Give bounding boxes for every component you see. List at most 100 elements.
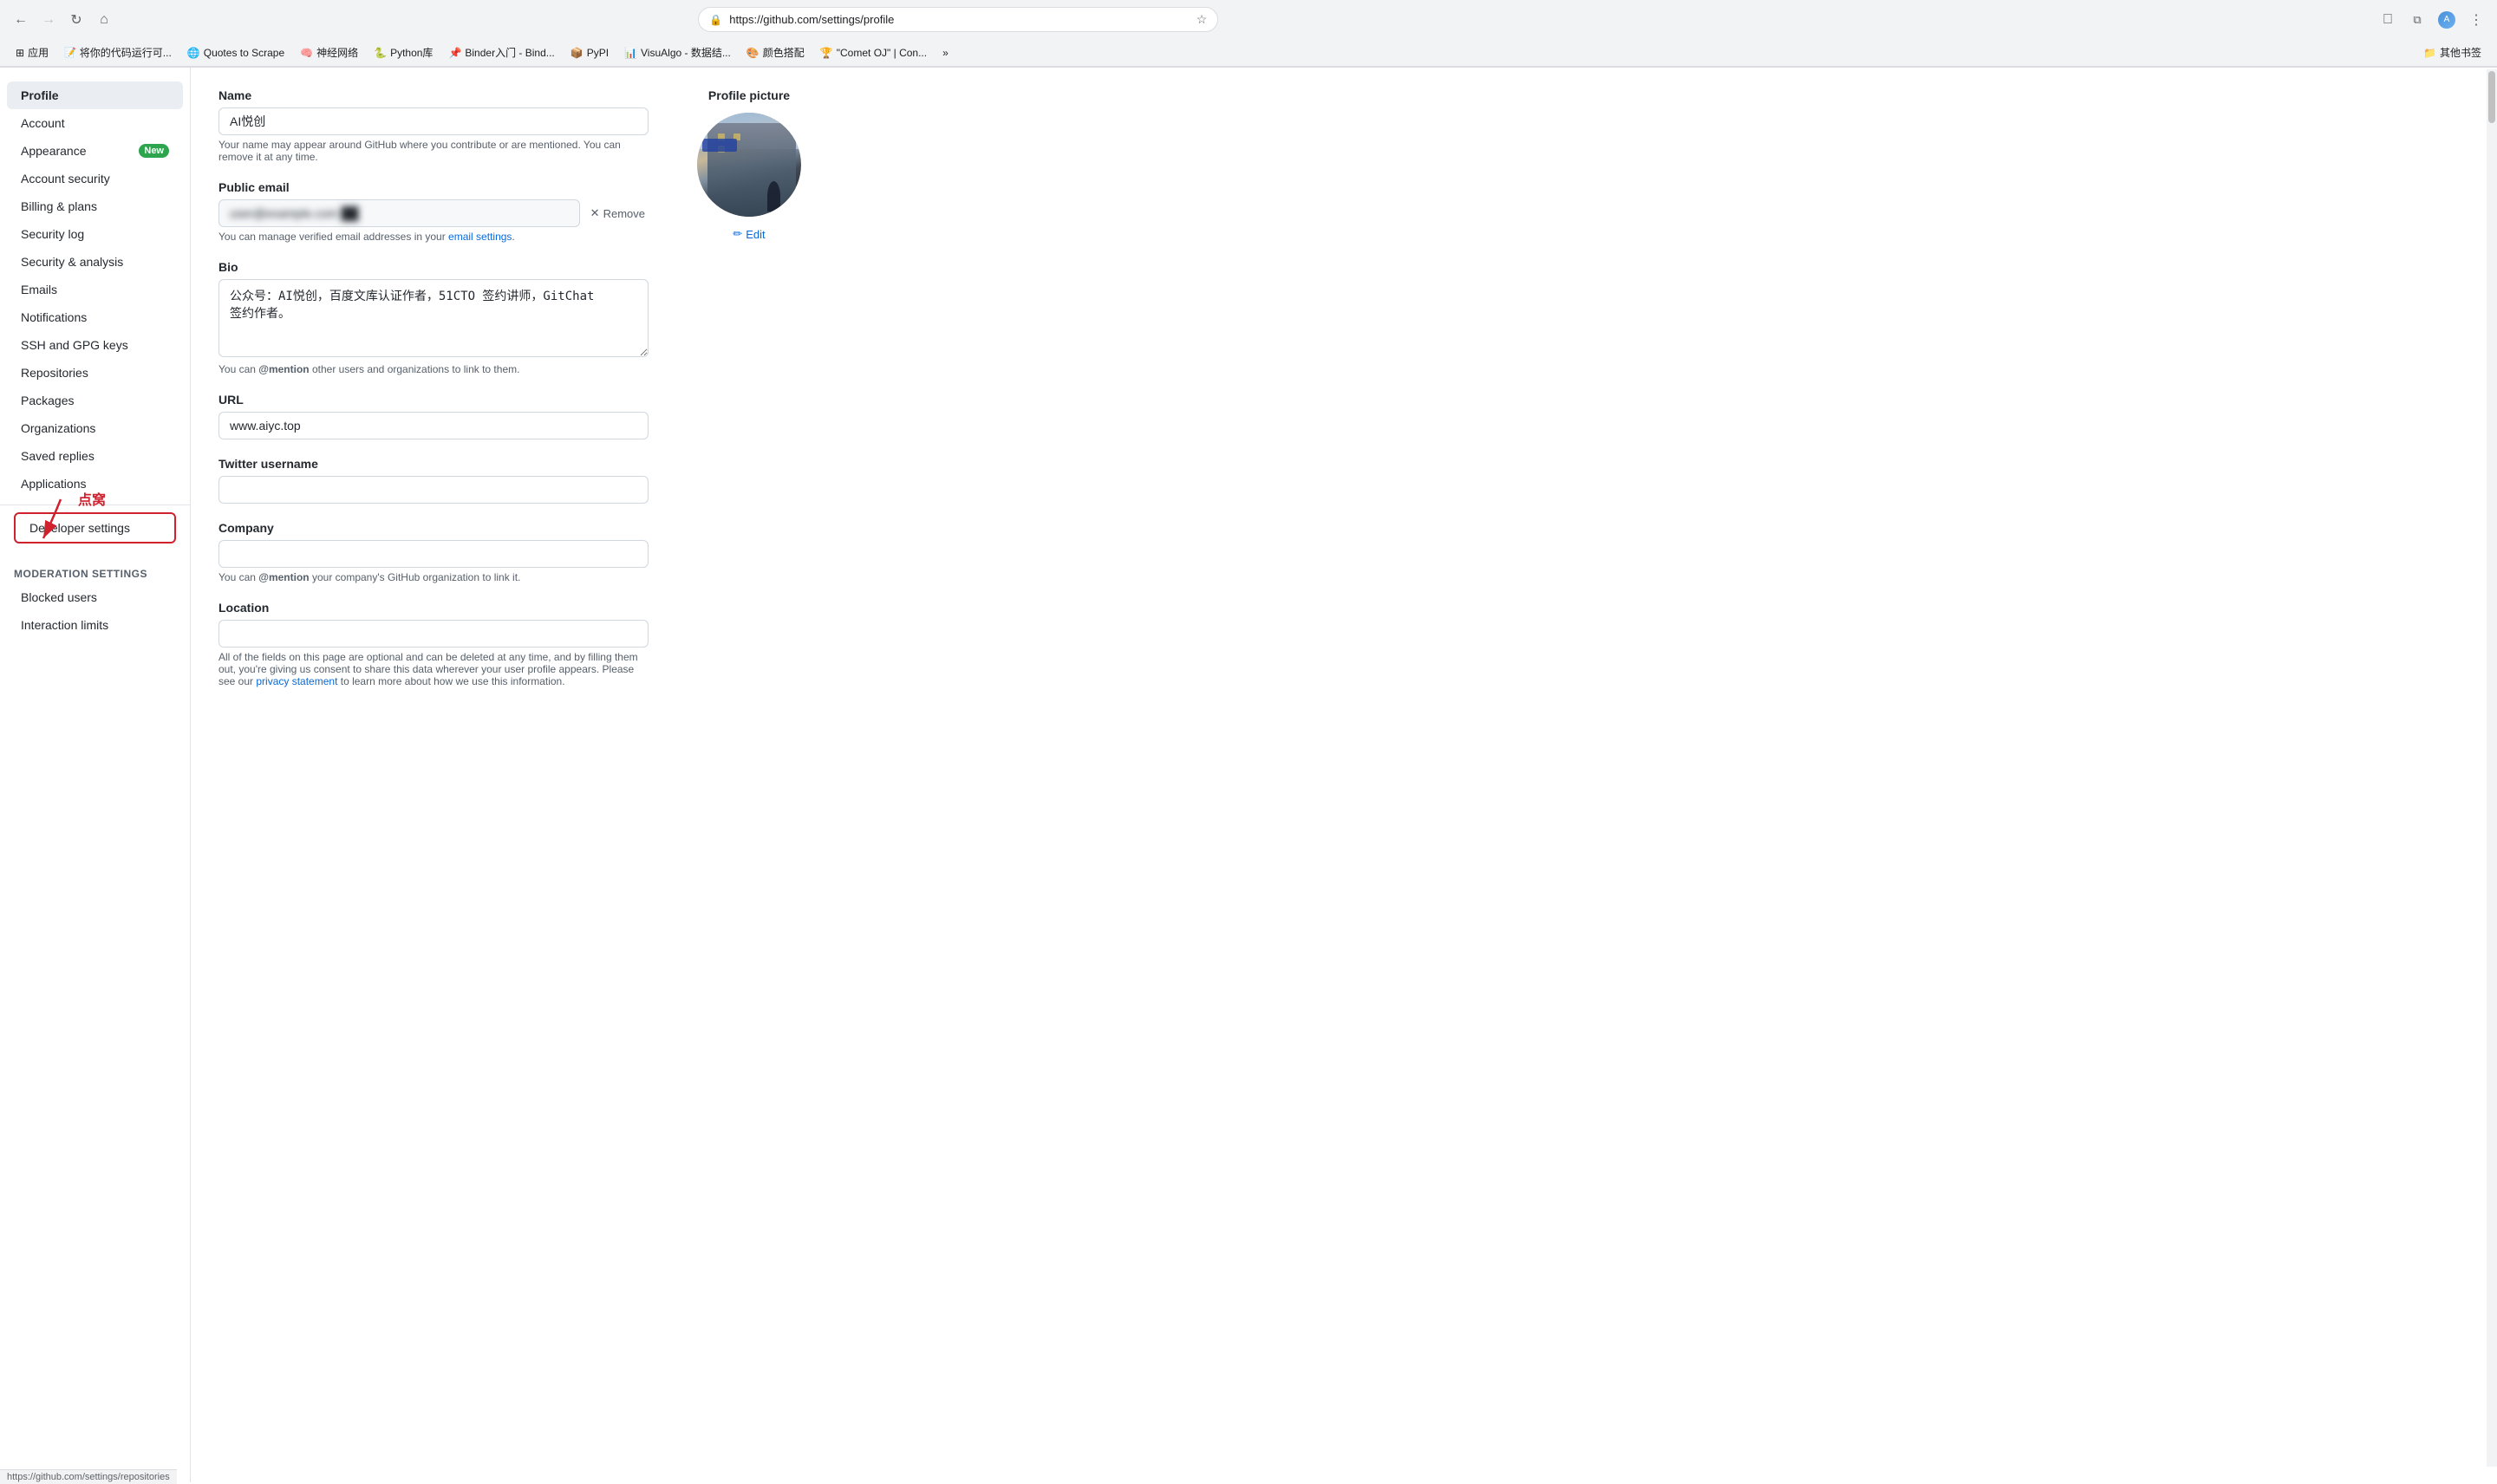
avatar-image: [697, 113, 801, 217]
scrollbar[interactable]: [2487, 69, 2497, 1467]
edit-avatar-button[interactable]: ✏ Edit: [733, 227, 765, 241]
bookmark-comet[interactable]: 🏆 "Comet OJ" | Con...: [813, 44, 934, 62]
bookmark-neural[interactable]: 🧠 神经网络: [293, 42, 365, 62]
bookmark-binder[interactable]: 📌 Binder入门 - Bind...: [441, 42, 561, 62]
neural-icon: 🧠: [300, 47, 313, 59]
browser-chrome: ← → ↻ ⌂ 🔒 https://github.com/settings/pr…: [0, 0, 2497, 68]
translate-icon[interactable]: : [2376, 8, 2400, 32]
content-with-sidebar: Name Your name may appear around GitHub …: [218, 88, 822, 705]
sidebar-item-security-analysis[interactable]: Security & analysis: [7, 248, 183, 276]
menu-icon[interactable]: ⋮: [2464, 8, 2488, 32]
status-url: https://github.com/settings/repositories: [7, 1472, 170, 1482]
pypi-icon: 📦: [570, 47, 584, 59]
bookmark-more[interactable]: »: [936, 44, 955, 62]
bio-input[interactable]: 公众号：AI悦创，百度文库认证作者，51CTO 签约讲师，GitChat 签约作…: [218, 279, 649, 357]
email-field-group: Public email user@example.com ██ ✕ Remov…: [218, 180, 649, 243]
sidebar-item-organizations[interactable]: Organizations: [7, 414, 183, 442]
location-field-group: Location All of the fields on this page …: [218, 601, 649, 687]
bookmark-quotes[interactable]: 🌐 Quotes to Scrape: [180, 44, 291, 62]
location-label: Location: [218, 601, 649, 615]
visalgo-icon: 📊: [624, 47, 637, 59]
comet-icon: 🏆: [820, 47, 833, 59]
sidebar: Profile Account Appearance New Account s…: [0, 68, 191, 1482]
python-icon: 🐍: [374, 47, 387, 59]
name-input[interactable]: [218, 107, 649, 135]
forward-button[interactable]: →: [36, 8, 61, 32]
bio-label: Bio: [218, 260, 649, 274]
name-hint: Your name may appear around GitHub where…: [218, 139, 649, 163]
code-icon: 📝: [64, 47, 76, 58]
name-label: Name: [218, 88, 649, 102]
new-badge: New: [139, 144, 169, 158]
sidebar-item-repositories[interactable]: Repositories: [7, 359, 183, 387]
sidebar-item-interaction-limits[interactable]: Interaction limits: [7, 611, 183, 639]
sidebar-item-emails[interactable]: Emails: [7, 276, 183, 303]
lock-icon: 🔒: [709, 14, 722, 26]
bookmark-apps[interactable]: ⊞ 应用: [9, 42, 55, 62]
email-input-blurred: user@example.com ██: [218, 199, 580, 227]
sidebar-item-packages[interactable]: Packages: [7, 387, 183, 414]
sidebar-item-profile[interactable]: Profile: [7, 81, 183, 109]
sidebar-item-account-security[interactable]: Account security: [7, 165, 183, 192]
sidebar-item-billing[interactable]: Billing & plans: [7, 192, 183, 220]
home-button[interactable]: ⌂: [92, 8, 116, 32]
url-label: URL: [218, 393, 649, 407]
browser-toolbar: ← → ↻ ⌂ 🔒 https://github.com/settings/pr…: [0, 0, 2497, 39]
bookmark-code[interactable]: 📝 将你的代码运行可...: [57, 42, 179, 62]
company-label: Company: [218, 521, 649, 535]
main-content: Name Your name may appear around GitHub …: [191, 68, 850, 1482]
reload-button[interactable]: ↻: [64, 8, 88, 32]
sidebar-item-blocked-users[interactable]: Blocked users: [7, 583, 183, 611]
profile-sidebar: Profile picture: [649, 88, 822, 705]
form-area: Name Your name may appear around GitHub …: [218, 88, 649, 705]
privacy-statement-link[interactable]: privacy statement: [256, 675, 337, 687]
email-settings-link[interactable]: email settings: [448, 231, 512, 243]
company-input[interactable]: [218, 540, 649, 568]
binder-icon: 📌: [448, 47, 461, 59]
sidebar-item-appearance[interactable]: Appearance New: [7, 137, 183, 165]
address-bar[interactable]: 🔒 https://github.com/settings/profile ☆: [698, 7, 1218, 32]
profile-picture-section: Profile picture: [676, 88, 822, 241]
sidebar-item-security-log[interactable]: Security log: [7, 220, 183, 248]
bookmark-python[interactable]: 🐍 Python库: [367, 42, 440, 62]
sidebar-item-account[interactable]: Account: [7, 109, 183, 137]
star-icon[interactable]: ☆: [1196, 12, 1208, 27]
email-label: Public email: [218, 180, 649, 194]
annotation-text: 点窝: [78, 488, 106, 509]
bookmark-visalgo[interactable]: 📊 VisuAlgo - 数据结...: [617, 42, 738, 62]
sidebar-item-ssh-keys[interactable]: SSH and GPG keys: [7, 331, 183, 359]
bio-hint: You can @mention other users and organiz…: [218, 363, 649, 375]
bookmark-colors[interactable]: 🎨 颜色搭配: [740, 42, 812, 62]
extensions-icon[interactable]: ⧉: [2405, 8, 2429, 32]
twitter-label: Twitter username: [218, 457, 649, 471]
blurred-email-text: user@example.com ██: [230, 206, 358, 220]
sidebar-item-notifications[interactable]: Notifications: [7, 303, 183, 331]
bookmark-pypi[interactable]: 📦 PyPI: [564, 44, 616, 62]
company-hint: You can @mention your company's GitHub o…: [218, 571, 649, 583]
bookmarks-bar: ⊞ 应用 📝 将你的代码运行可... 🌐 Quotes to Scrape 🧠 …: [0, 39, 2497, 67]
profile-icon[interactable]: A: [2435, 8, 2459, 32]
location-input[interactable]: [218, 620, 649, 648]
company-field-group: Company You can @mention your company's …: [218, 521, 649, 583]
quotes-icon: 🌐: [187, 47, 200, 59]
sidebar-item-saved-replies[interactable]: Saved replies: [7, 442, 183, 470]
profile-picture-title: Profile picture: [676, 88, 822, 102]
back-button[interactable]: ←: [9, 8, 33, 32]
location-hint: All of the fields on this page are optio…: [218, 651, 649, 687]
apps-icon: ⊞: [16, 47, 24, 59]
x-icon: ✕: [590, 206, 600, 220]
pencil-icon: ✏: [733, 227, 742, 241]
address-text: https://github.com/settings/profile: [729, 13, 1189, 26]
twitter-field-group: Twitter username: [218, 457, 649, 504]
sidebar-item-developer-settings[interactable]: Developer settings: [14, 512, 176, 543]
remove-email-button[interactable]: ✕ Remove: [587, 203, 649, 224]
twitter-input[interactable]: [218, 476, 649, 504]
bookmark-folder[interactable]: 📁 其他书签: [2416, 42, 2488, 62]
scrollbar-thumb[interactable]: [2488, 71, 2495, 123]
colors-icon: 🎨: [746, 47, 760, 59]
url-input[interactable]: [218, 412, 649, 439]
name-field-group: Name Your name may appear around GitHub …: [218, 88, 649, 163]
url-field-group: URL: [218, 393, 649, 439]
email-field-wrapper: user@example.com ██ ✕ Remove: [218, 199, 649, 227]
bio-field-group: Bio 公众号：AI悦创，百度文库认证作者，51CTO 签约讲师，GitChat…: [218, 260, 649, 375]
